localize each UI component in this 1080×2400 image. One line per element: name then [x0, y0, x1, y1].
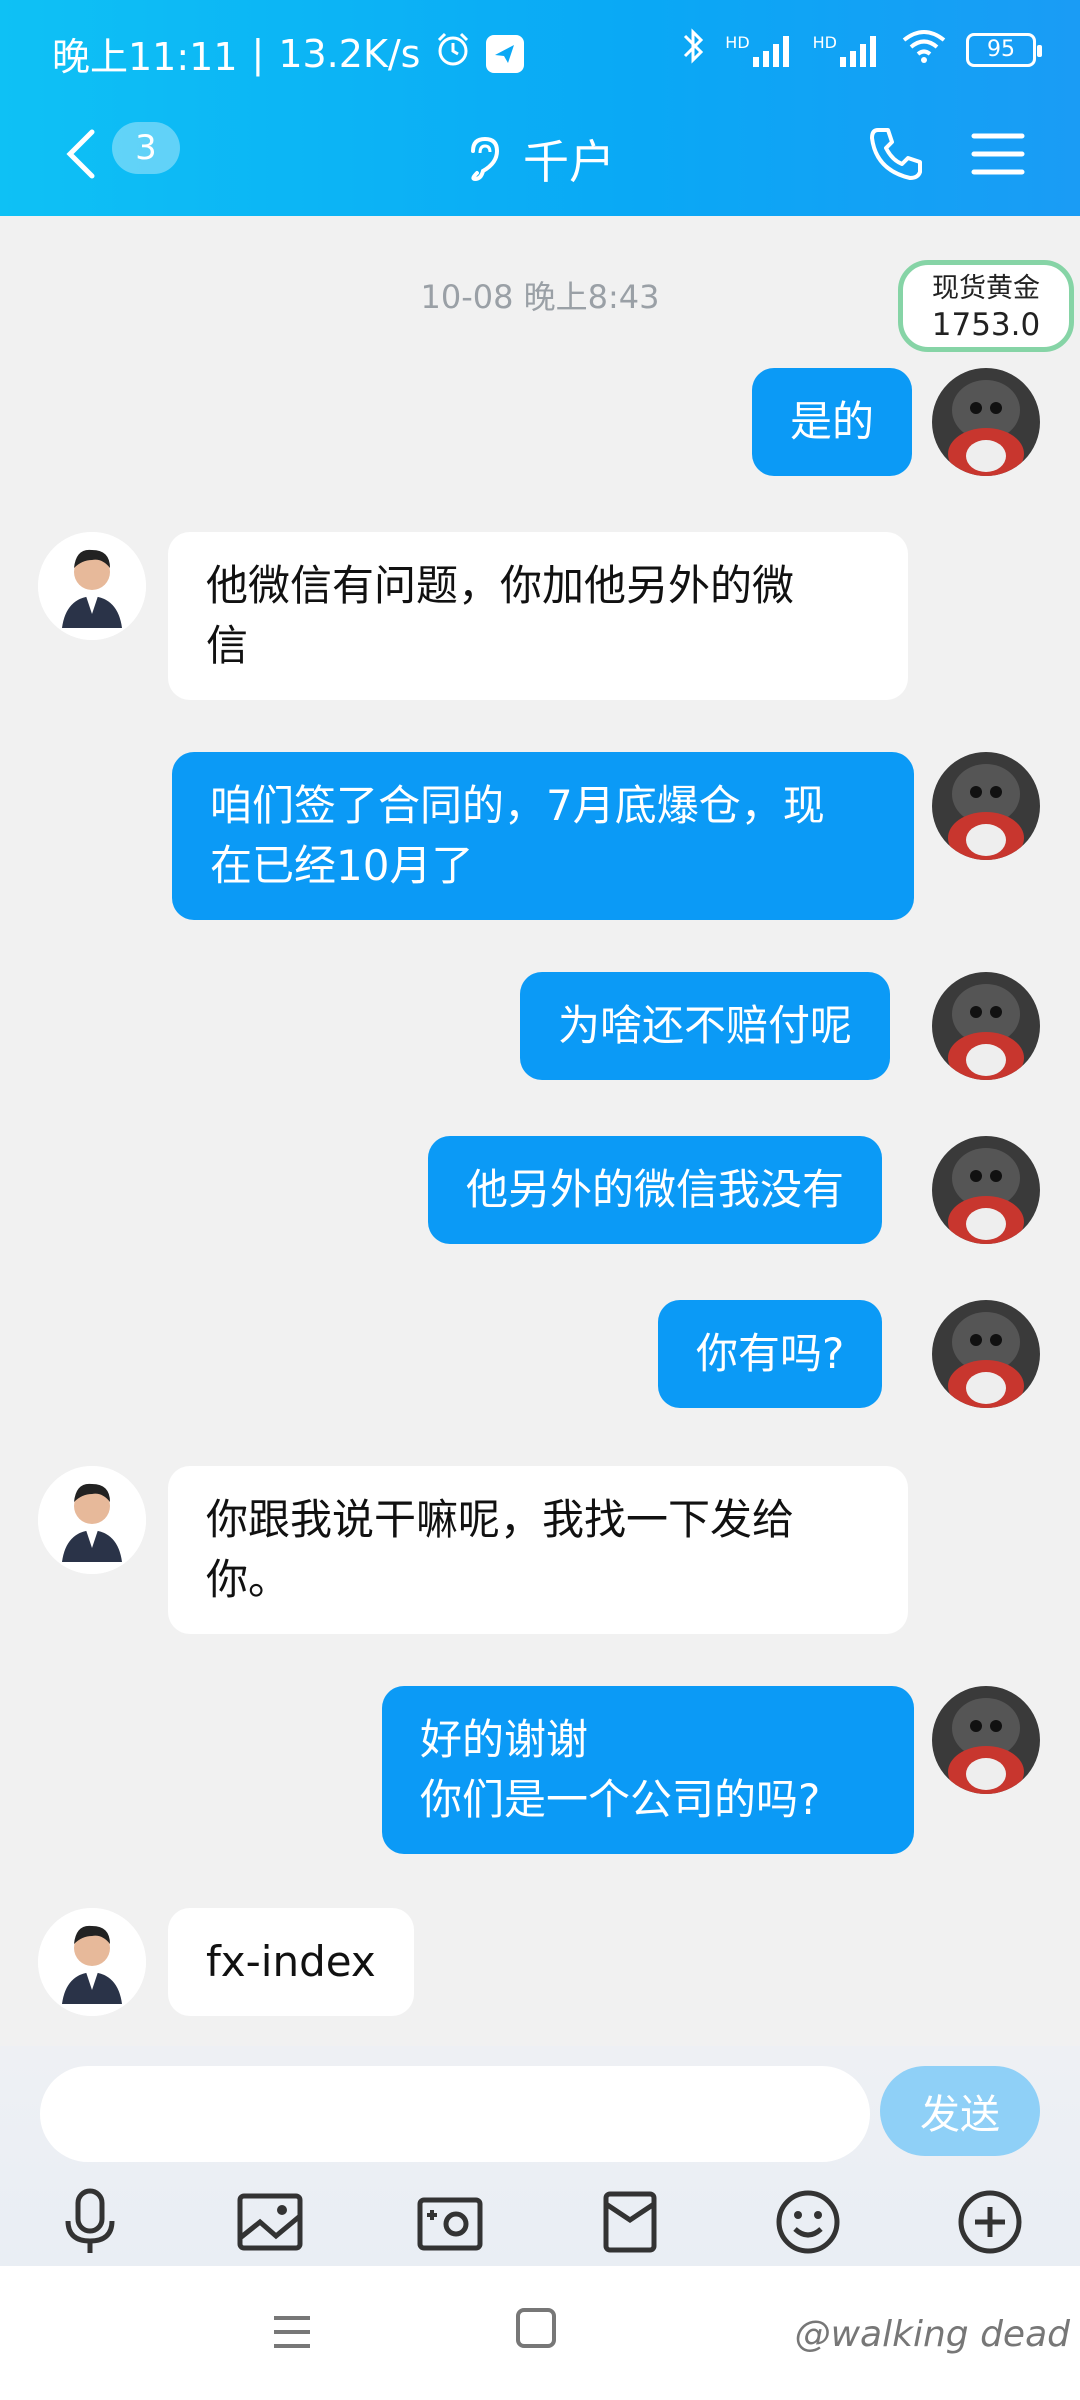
my-avatar[interactable]: [932, 368, 1040, 476]
my-avatar[interactable]: [932, 752, 1040, 860]
microphone-icon[interactable]: [50, 2182, 130, 2262]
hd-label-2: HD: [812, 32, 837, 52]
message-bubble-sent[interactable]: 好的谢谢 你们是一个公司的吗?: [382, 1686, 914, 1854]
status-time: 晚上11:11: [52, 35, 238, 79]
message-bubble-received[interactable]: 你跟我说干嘛呢，我找一下发给 你。: [168, 1466, 908, 1634]
status-speed: 13.2K/s: [278, 31, 421, 76]
home-button[interactable]: [516, 2308, 556, 2348]
send-button[interactable]: 发送: [880, 2066, 1040, 2156]
status-separator: |: [251, 31, 265, 76]
ticker-label: 现货黄金: [932, 273, 1040, 304]
watermark: @walking dead: [794, 2314, 1070, 2355]
ear-icon: [465, 133, 505, 185]
chat-title: 千户: [523, 135, 615, 189]
chat-header: 晚上11:11 | 13.2K/s HD HD 95 3 千户: [0, 0, 1080, 216]
my-avatar[interactable]: [932, 1300, 1040, 1408]
message-bubble-received[interactable]: fx-index: [168, 1908, 414, 2016]
bluetooth-icon: [681, 26, 707, 73]
ticker-value: 1753.0: [931, 307, 1041, 343]
message-input[interactable]: [40, 2066, 870, 2162]
phone-icon: [870, 128, 922, 180]
composer-toolbar: [0, 2182, 1080, 2262]
wifi-icon: [900, 28, 948, 71]
contact-avatar[interactable]: [38, 1908, 146, 2016]
message-bubble-sent[interactable]: 你有吗?: [658, 1300, 883, 1408]
message-bubble-received[interactable]: 他微信有问题，你加他另外的微 信: [168, 532, 908, 700]
app-notification-icon: [486, 34, 525, 73]
image-icon[interactable]: [230, 2182, 310, 2262]
contact-avatar[interactable]: [38, 532, 146, 640]
camera-icon[interactable]: [410, 2182, 490, 2262]
battery-indicator: 95: [966, 32, 1042, 67]
plus-icon[interactable]: [950, 2182, 1030, 2262]
red-packet-icon[interactable]: [590, 2182, 670, 2262]
battery-level: 95: [987, 37, 1015, 62]
alarm-icon: [434, 30, 472, 77]
message-bubble-sent[interactable]: 咱们签了合同的，7月底爆仓，现 在已经10月了: [172, 752, 914, 920]
menu-lines-icon: [274, 2316, 310, 2348]
status-bar: 晚上11:11 | 13.2K/s HD HD 95: [0, 0, 1080, 100]
contact-avatar[interactable]: [38, 1466, 146, 1574]
hamburger-icon: [971, 133, 1025, 175]
my-avatar[interactable]: [932, 1136, 1040, 1244]
hd-label-1: HD: [725, 32, 750, 52]
message-bubble-sent[interactable]: 为啥还不赔付呢: [520, 972, 891, 1080]
recent-apps-button[interactable]: [270, 2310, 314, 2354]
nav-bar: 3 千户: [0, 100, 1080, 216]
signal-icon-2: HD: [813, 33, 882, 67]
message-bubble-sent[interactable]: 他另外的微信我没有: [428, 1136, 883, 1244]
composer-bar: 发送: [0, 2046, 1080, 2266]
call-button[interactable]: [864, 122, 928, 186]
gold-price-widget[interactable]: 现货黄金 1753.0: [898, 260, 1074, 352]
my-avatar[interactable]: [932, 972, 1040, 1080]
menu-button[interactable]: [968, 124, 1028, 184]
system-nav-bar: @walking dead: [0, 2266, 1080, 2400]
message-bubble-sent[interactable]: 是的: [752, 368, 913, 476]
signal-icon-1: HD: [725, 33, 794, 67]
emoji-icon[interactable]: [768, 2182, 848, 2262]
my-avatar[interactable]: [932, 1686, 1040, 1794]
chat-area[interactable]: 10-08 晚上8:43 现货黄金 1753.0 是的 他微信有问题，你加他另外…: [0, 216, 1080, 2046]
